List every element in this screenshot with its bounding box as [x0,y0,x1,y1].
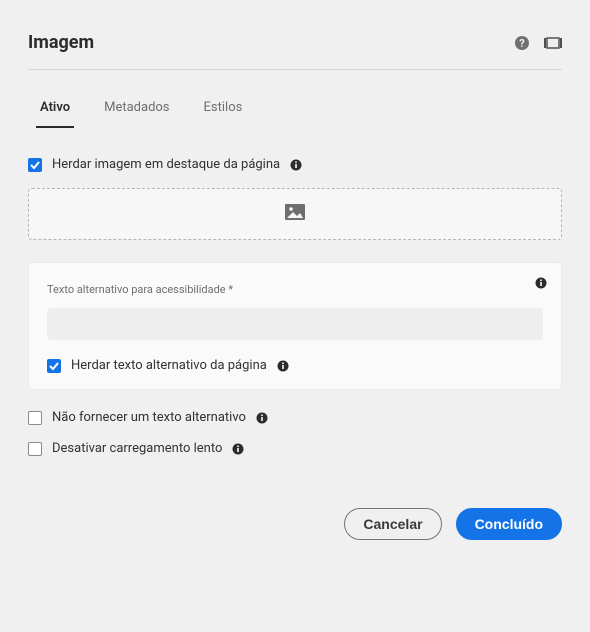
info-icon[interactable] [277,360,289,372]
inherit-featured-checkbox[interactable] [28,158,42,172]
tab-bar: Ativo Metadados Estilos [28,92,562,129]
alt-text-input[interactable] [47,308,543,340]
image-dropzone[interactable] [28,188,562,240]
info-icon[interactable] [290,159,302,171]
info-icon[interactable] [535,277,547,289]
info-icon[interactable] [256,412,268,424]
cancel-button[interactable]: Cancelar [344,508,441,540]
dialog-header: Imagem ? [28,32,562,70]
inherit-alt-checkbox[interactable] [47,359,61,373]
header-actions: ? [514,35,562,51]
dialog-title: Imagem [28,32,94,53]
help-icon[interactable]: ? [514,35,530,51]
alt-text-panel: Texto alternativo para acessibilidade * … [28,262,562,390]
info-icon[interactable] [232,443,244,455]
tab-metadata[interactable]: Metadados [102,92,171,129]
no-alt-checkbox[interactable] [28,411,42,425]
disable-lazy-row: Desativar carregamento lento [28,441,562,456]
dialog-footer: Cancelar Concluído [28,508,562,540]
done-button[interactable]: Concluído [456,508,562,540]
tab-styles[interactable]: Estilos [202,92,245,129]
inherit-featured-row: Herdar imagem em destaque da página [28,157,562,172]
image-placeholder-icon [285,204,305,224]
fullscreen-icon[interactable] [544,35,562,51]
tab-asset[interactable]: Ativo [38,92,72,129]
disable-lazy-checkbox[interactable] [28,442,42,456]
no-alt-label: Não fornecer um texto alternativo [52,410,246,425]
inherit-alt-label: Herdar texto alternativo da página [71,358,267,373]
image-dialog: Imagem ? Ativo Metadados Estilos Herdar … [0,0,590,560]
inherit-featured-label: Herdar imagem em destaque da página [52,157,280,172]
alt-text-field-label: Texto alternativo para acessibilidade * [47,283,543,296]
no-alt-row: Não fornecer um texto alternativo [28,410,562,425]
tab-content: Herdar imagem em destaque da página Text… [28,129,562,456]
svg-text:?: ? [519,37,525,50]
inherit-alt-row: Herdar texto alternativo da página [47,358,543,373]
disable-lazy-label: Desativar carregamento lento [52,441,222,456]
